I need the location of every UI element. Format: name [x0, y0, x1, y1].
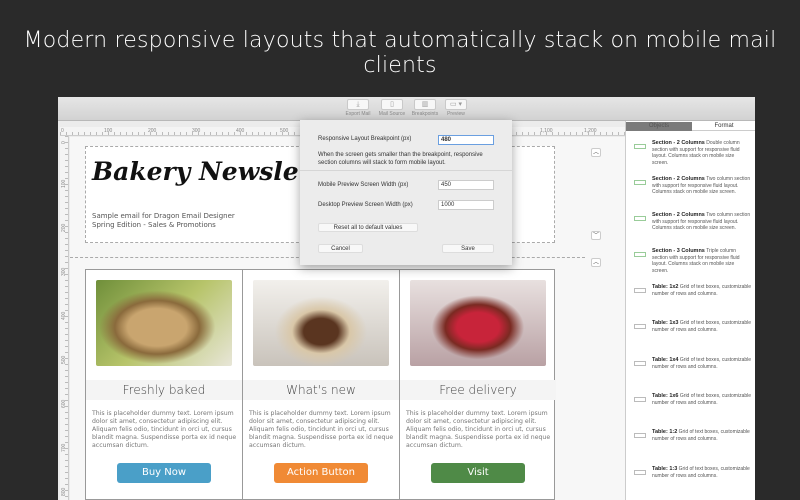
- table-layout-icon: [634, 470, 646, 475]
- object-title: Section - 2 Columns: [652, 212, 705, 218]
- action-button[interactable]: Action Button: [274, 463, 368, 483]
- export-mail-label: Export Mail: [345, 111, 371, 117]
- tab-objects[interactable]: Objects: [626, 122, 692, 131]
- mail-source-button[interactable]: ▯ Mail Source: [374, 99, 410, 117]
- ruler-tick: 500: [280, 128, 289, 134]
- object-title: Table: 1x2: [652, 284, 679, 290]
- column-text[interactable]: This is placeholder dummy text. Lorem ip…: [249, 410, 395, 450]
- object-title: Table: 1x3: [652, 320, 679, 326]
- columns-icon: ▥: [414, 99, 436, 110]
- move-up-button[interactable]: ︿: [591, 258, 601, 267]
- column-1[interactable]: Freshly baked This is placeholder dummy …: [86, 270, 243, 500]
- objects-panel: Objects Format Section - 2 Columns Doubl…: [625, 121, 755, 500]
- object-description: Section - 2 Columns Two column section w…: [652, 212, 752, 232]
- ruler-tick: 0: [61, 128, 64, 134]
- object-title: Table: 1:2: [652, 429, 678, 435]
- column-text[interactable]: This is placeholder dummy text. Lorem ip…: [92, 410, 238, 450]
- breakpoint-label: Responsive Layout Breakpoint (px): [318, 136, 412, 142]
- object-description: Table: 1:3 Grid of text boxes, customiza…: [652, 466, 752, 479]
- ruler-tick: 300: [61, 267, 67, 276]
- save-button[interactable]: Save: [442, 244, 494, 253]
- ruler-tick: 100: [61, 179, 67, 188]
- breakpoints-dialog: Responsive Layout Breakpoint (px) 480 Wh…: [300, 120, 512, 265]
- move-down-button[interactable]: ﹀: [591, 231, 601, 240]
- export-icon: ⤓: [347, 99, 369, 110]
- visit-button[interactable]: Visit: [431, 463, 525, 483]
- object-description: Table: 1x3 Grid of text boxes, customiza…: [652, 320, 752, 333]
- ruler-tick: 700: [61, 443, 67, 452]
- object-description: Section - 2 Columns Two column section w…: [652, 176, 752, 196]
- object-title: Section - 2 Columns: [652, 176, 705, 182]
- object-description: Table: 1:2 Grid of text boxes, customiza…: [652, 429, 752, 442]
- subtitle-line-1[interactable]: Sample email for Dragon Email Designer: [92, 212, 235, 220]
- column-3[interactable]: Free delivery This is placeholder dummy …: [400, 270, 557, 500]
- toolbar: ⤓ Export Mail ▯ Mail Source ▥ Breakpoints ▭…: [58, 97, 755, 121]
- app-window: ⤓ Export Mail ▯ Mail Source ▥ Breakpoints ▭…: [58, 97, 755, 500]
- object-description: Table: 1x6 Grid of text boxes, customiza…: [652, 393, 752, 406]
- vertical-ruler: 0 100 200 300 400 500 600 700 800: [60, 136, 69, 500]
- cake-photo: [410, 280, 546, 366]
- object-description: Table: 1x2 Grid of text boxes, customiza…: [652, 284, 752, 297]
- column-heading[interactable]: What's new: [243, 380, 399, 400]
- preview-label: Preview: [447, 111, 465, 117]
- column-text[interactable]: This is placeholder dummy text. Lorem ip…: [406, 410, 552, 450]
- object-title: Table: 1:3: [652, 466, 678, 472]
- three-column-section[interactable]: Freshly baked This is placeholder dummy …: [85, 269, 557, 500]
- object-title: Section - 2 Columns: [652, 140, 705, 146]
- table-layout-icon: [634, 397, 646, 402]
- mail-source-label: Mail Source: [378, 111, 406, 117]
- ruler-tick: 300: [192, 128, 201, 134]
- ruler-tick: 0: [61, 141, 67, 144]
- object-title: Section - 3 Columns: [652, 248, 705, 254]
- bread-photo: [96, 280, 232, 366]
- object-description: Section - 2 Columns Double column sectio…: [652, 140, 752, 166]
- preview-button[interactable]: ▭ ▾ Preview: [438, 99, 474, 117]
- ruler-tick: 500: [61, 355, 67, 364]
- table-layout-icon: [634, 288, 646, 293]
- export-mail-button[interactable]: ⤓ Export Mail: [340, 99, 376, 117]
- desktop-width-label: Desktop Preview Screen Width (px): [318, 202, 413, 208]
- ruler-tick: 600: [61, 399, 67, 408]
- breakpoint-input[interactable]: 480: [438, 135, 494, 145]
- section-layout-icon: [634, 180, 646, 185]
- column-heading[interactable]: Free delivery: [400, 380, 556, 400]
- table-layout-icon: [634, 433, 646, 438]
- subtitle-line-2[interactable]: Spring Edition - Sales & Promotions: [92, 221, 216, 229]
- section-layout-icon: [634, 144, 646, 149]
- ruler-tick: 400: [61, 311, 67, 320]
- document-icon: ▯: [381, 99, 403, 110]
- object-description: Section - 3 Columns Triple column sectio…: [652, 248, 752, 274]
- mobile-width-input[interactable]: 450: [438, 180, 494, 190]
- column-2[interactable]: What's new This is placeholder dummy tex…: [243, 270, 400, 500]
- column-heading[interactable]: Freshly baked: [86, 380, 242, 400]
- desktop-width-input[interactable]: 1000: [438, 200, 494, 210]
- table-layout-icon: [634, 324, 646, 329]
- ruler-tick: 100: [104, 128, 113, 134]
- dialog-divider: [300, 170, 512, 171]
- table-layout-icon: [634, 361, 646, 366]
- reset-defaults-button[interactable]: Reset all to default values: [318, 223, 418, 232]
- object-title: Table: 1x4: [652, 357, 679, 363]
- tab-format[interactable]: Format: [692, 122, 755, 131]
- dessert-photo: [253, 280, 389, 366]
- object-description: Table: 1x4 Grid of text boxes, customiza…: [652, 357, 752, 370]
- ruler-tick: 1,200: [584, 128, 597, 134]
- object-title: Table: 1x6: [652, 393, 679, 399]
- cancel-button[interactable]: Cancel: [318, 244, 363, 253]
- breakpoints-label: Breakpoints: [411, 111, 439, 117]
- section-layout-icon: [634, 216, 646, 221]
- buy-now-button[interactable]: Buy Now: [117, 463, 211, 483]
- ruler-tick: 200: [61, 223, 67, 232]
- ruler-tick: 200: [148, 128, 157, 134]
- move-up-button[interactable]: ︿: [591, 148, 601, 157]
- breakpoint-note: When the screen gets smaller than the br…: [318, 152, 483, 166]
- section-layout-icon: [634, 252, 646, 257]
- monitor-icon: ▭ ▾: [445, 99, 467, 110]
- ruler-tick: 400: [236, 128, 245, 134]
- ruler-tick: 1,100: [540, 128, 553, 134]
- headline: Modern responsive layouts that automatic…: [23, 28, 777, 78]
- mobile-width-label: Mobile Preview Screen Width (px): [318, 182, 409, 188]
- ruler-tick: 800: [61, 487, 67, 496]
